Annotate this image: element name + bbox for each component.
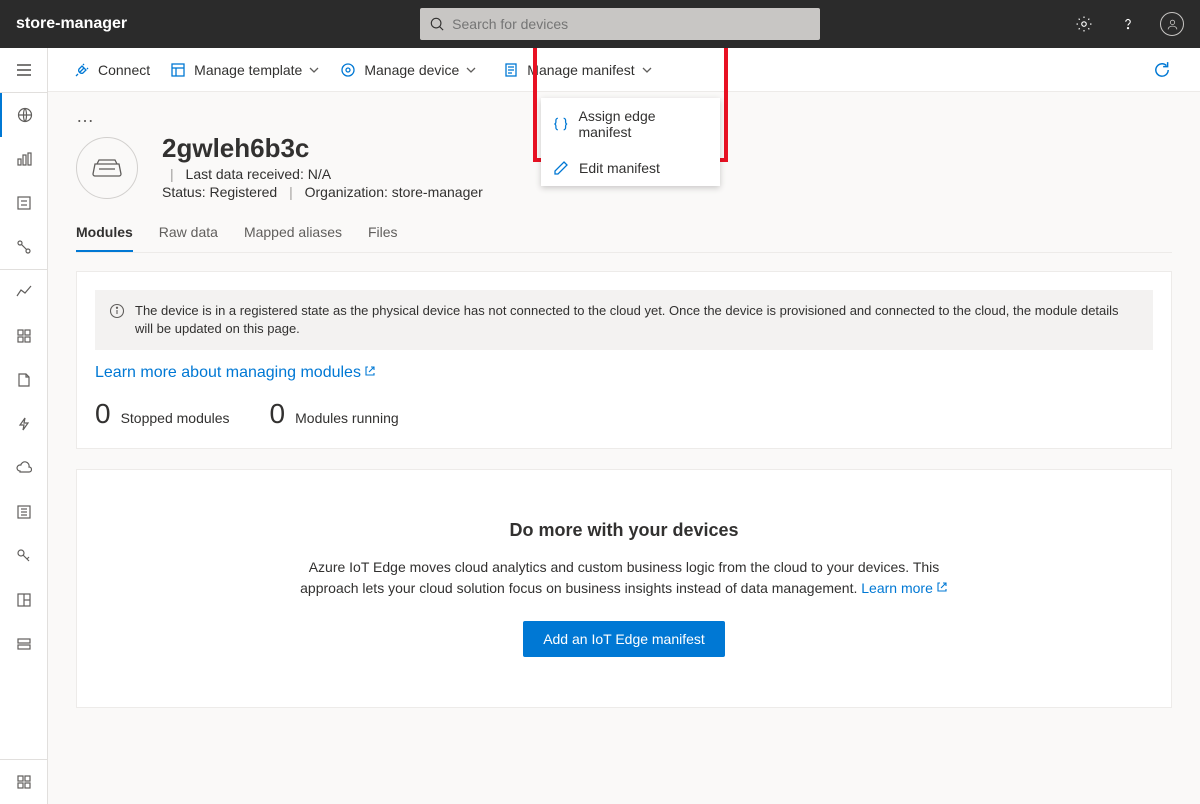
bar-chart-icon (16, 151, 32, 167)
nav-rail (0, 48, 48, 804)
add-manifest-button[interactable]: Add an IoT Edge manifest (523, 621, 725, 657)
org-label: Organization: (305, 184, 388, 200)
stopped-label: Stopped modules (121, 410, 230, 426)
last-data-value: N/A (308, 166, 331, 182)
external-link-icon (936, 581, 948, 593)
promo-title: Do more with your devices (297, 520, 951, 541)
manage-template-label: Manage template (194, 62, 302, 78)
user-avatar[interactable] (1160, 12, 1184, 36)
rail-item[interactable] (0, 490, 48, 534)
app-title: store-manager (16, 15, 127, 33)
settings-button[interactable] (1072, 12, 1096, 36)
manage-device-button[interactable]: Manage device (340, 62, 477, 78)
search-box[interactable] (420, 8, 820, 40)
cloud-icon (16, 460, 32, 476)
tab-raw-data[interactable]: Raw data (159, 224, 218, 252)
rail-item[interactable] (0, 402, 48, 446)
rail-item[interactable] (0, 137, 48, 181)
device-gear-icon (340, 62, 356, 78)
stopped-count: 0 (95, 398, 111, 430)
rail-item[interactable] (0, 622, 48, 666)
list-icon (16, 504, 32, 520)
rail-item[interactable] (0, 446, 48, 490)
server-icon (16, 636, 32, 652)
info-banner: The device is in a registered state as t… (95, 290, 1153, 350)
device-icon (92, 157, 122, 179)
pencil-icon (553, 160, 569, 176)
manage-template-button[interactable]: Manage template (170, 62, 320, 78)
rail-item[interactable] (0, 358, 48, 402)
gear-icon (1075, 15, 1093, 33)
bolt-icon (16, 416, 32, 432)
analytics-icon (16, 284, 32, 300)
rail-item[interactable] (0, 181, 48, 225)
globe-icon (17, 107, 33, 123)
device-name: 2gwleh6b3c (162, 133, 483, 164)
highlight-box: Assign edge manifest Edit manifest (533, 48, 728, 162)
doc-icon (16, 372, 32, 388)
search-input[interactable] (452, 16, 810, 32)
device-tabs: Modules Raw data Mapped aliases Files (76, 224, 1172, 253)
connect-icon (16, 239, 32, 255)
info-icon (109, 303, 125, 319)
connect-label: Connect (98, 62, 150, 78)
help-button[interactable] (1116, 12, 1140, 36)
info-text: The device is in a registered state as t… (135, 302, 1139, 338)
manage-device-label: Manage device (364, 62, 459, 78)
template-icon (170, 62, 186, 78)
user-icon (1166, 18, 1179, 31)
refresh-icon (1153, 61, 1171, 79)
running-label: Modules running (295, 410, 399, 426)
promo-body: Azure IoT Edge moves cloud analytics and… (297, 557, 951, 599)
modules-panel: The device is in a registered state as t… (76, 271, 1172, 449)
device-avatar (76, 137, 138, 199)
rail-item[interactable] (0, 225, 48, 269)
last-data-label: Last data received: (186, 166, 304, 182)
tab-modules[interactable]: Modules (76, 224, 133, 252)
plug-icon (74, 62, 90, 78)
command-bar: Connect Manage template Manage device Ma… (48, 48, 1200, 92)
form-icon (16, 195, 32, 211)
rail-item[interactable] (0, 93, 48, 137)
hamburger-button[interactable] (0, 48, 48, 92)
running-count: 0 (270, 398, 286, 430)
key-icon (16, 548, 32, 564)
layout-icon (16, 592, 32, 608)
hamburger-icon (16, 62, 32, 78)
assign-manifest-item[interactable]: Assign edge manifest (541, 98, 720, 150)
promo-learn-link[interactable]: Learn more (861, 580, 948, 596)
assign-manifest-label: Assign edge manifest (578, 108, 708, 140)
apps-icon (16, 774, 32, 790)
promo-panel: Do more with your devices Azure IoT Edge… (76, 469, 1172, 708)
manifest-dropdown: Assign edge manifest Edit manifest (541, 98, 720, 186)
refresh-button[interactable] (1150, 58, 1174, 82)
edit-manifest-label: Edit manifest (579, 160, 660, 176)
edit-manifest-item[interactable]: Edit manifest (541, 150, 720, 186)
connect-button[interactable]: Connect (74, 62, 150, 78)
search-icon (430, 17, 444, 31)
rail-item[interactable] (0, 534, 48, 578)
rail-item[interactable] (0, 760, 48, 804)
tab-files[interactable]: Files (368, 224, 398, 252)
grid-icon (16, 328, 32, 344)
help-icon (1119, 15, 1137, 33)
braces-icon (553, 116, 568, 132)
rail-item[interactable] (0, 578, 48, 622)
status-value: Registered (209, 184, 277, 200)
chevron-down-icon (308, 64, 320, 76)
rail-item[interactable] (0, 270, 48, 314)
org-value: store-manager (392, 184, 483, 200)
status-label: Status: (162, 184, 206, 200)
manifest-icon (503, 62, 519, 78)
tab-mapped-aliases[interactable]: Mapped aliases (244, 224, 342, 252)
rail-item[interactable] (0, 314, 48, 358)
learn-modules-link[interactable]: Learn more about managing modules (95, 364, 376, 381)
chevron-down-icon (465, 64, 477, 76)
external-link-icon (364, 365, 376, 377)
